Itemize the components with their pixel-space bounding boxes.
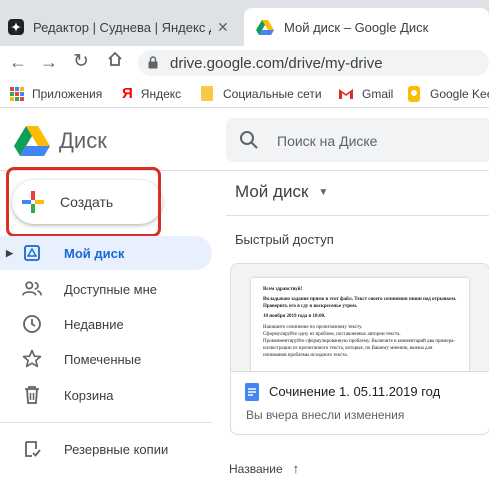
nav-divider <box>0 422 212 423</box>
bookmark-label: Приложения <box>32 86 103 101</box>
google-docs-icon <box>245 383 259 406</box>
tab-google-drive[interactable]: Мой диск – Google Диск <box>244 8 489 46</box>
search-icon[interactable] <box>239 130 259 155</box>
preview-line: Напишите сочинение по прочитанному текст… <box>263 325 363 330</box>
dzen-icon <box>8 19 24 35</box>
bookmark-yandex[interactable]: Я Яндекс <box>122 80 181 107</box>
app-name[interactable]: Диск <box>59 128 107 154</box>
bookmark-apps[interactable]: Приложения <box>10 80 102 107</box>
sort-by-name[interactable]: Название ↑ <box>229 461 299 476</box>
search-input[interactable]: Поиск на Диске <box>277 133 377 149</box>
gmail-icon <box>338 88 354 100</box>
sort-label: Название <box>229 461 283 476</box>
close-tab-icon[interactable]: ✕ <box>217 19 229 36</box>
breadcrumb-label: Мой диск <box>235 182 309 201</box>
expand-arrow-icon[interactable]: ▶ <box>6 248 13 259</box>
sort-up-arrow-icon: ↑ <box>292 461 300 476</box>
nav-trash[interactable]: Корзина <box>0 378 212 412</box>
nav-backups[interactable]: Резервные копии <box>0 432 212 466</box>
preview-deadline: 10 ноября 2019 года в 18:00. <box>263 314 326 319</box>
apps-grid-icon <box>10 86 24 101</box>
tab-title: Мой диск – Google Диск <box>284 19 429 35</box>
bookmark-gmail[interactable]: Gmail <box>338 80 393 107</box>
tab-dzen[interactable]: Редактор | Суднева | Яндекс Дзен ✕ <box>8 8 244 46</box>
nav-recent[interactable]: Недавние <box>0 307 212 341</box>
home-icon[interactable] <box>106 50 124 73</box>
back-arrow-icon[interactable]: ← <box>9 52 27 73</box>
tab-title: Редактор | Суднева | Яндекс Дзен <box>33 19 211 35</box>
file-card[interactable]: Всем здравствуй! Вкладываю задание прямо… <box>230 263 489 435</box>
nav-label: Мой диск <box>64 245 125 261</box>
highlight-frame <box>6 167 161 237</box>
bookmark-label: Социальные сети <box>223 86 322 101</box>
bookmark-keep[interactable]: Google Keep <box>408 80 489 107</box>
people-icon <box>22 279 42 299</box>
drive-logo-icon[interactable] <box>14 124 50 161</box>
breadcrumb[interactable]: Мой диск ▼ <box>235 182 328 202</box>
reload-icon[interactable]: ↻ <box>73 50 89 73</box>
my-drive-icon <box>22 243 42 263</box>
forward-arrow-icon[interactable]: → <box>40 52 58 73</box>
clock-icon <box>22 314 42 334</box>
google-drive-icon <box>256 19 274 35</box>
nav-starred[interactable]: Помеченные <box>0 342 212 376</box>
nav-label: Недавние <box>64 316 124 332</box>
dropdown-arrow-icon: ▼ <box>318 186 329 198</box>
nav-label: Резервные копии <box>64 441 169 457</box>
document-page: Всем здравствуй! Вкладываю задание прямо… <box>251 278 469 371</box>
lock-icon[interactable] <box>148 56 158 74</box>
quick-access-title: Быстрый доступ <box>235 232 334 247</box>
bookmark-label: Google Keep <box>430 86 489 101</box>
preview-intro: Вкладываю задание прямо в этот файл. Тек… <box>263 297 457 309</box>
address-url[interactable]: drive.google.com/drive/my-drive <box>170 55 383 72</box>
nav-label: Корзина <box>64 387 114 403</box>
star-icon <box>22 349 42 369</box>
bookmark-label: Яндекс <box>140 86 182 101</box>
folder-icon <box>201 86 213 101</box>
file-subtitle: Вы вчера внесли изменения <box>246 408 405 422</box>
yandex-icon: Я <box>122 85 133 102</box>
backup-icon <box>22 439 42 459</box>
file-name[interactable]: Сочинение 1. 05.11.2019 год <box>269 384 440 399</box>
preview-line: Прокомментируйте сформулированную пробле… <box>263 339 455 358</box>
file-preview: Всем здравствуй! Вкладываю задание прямо… <box>231 264 489 371</box>
nav-my-drive[interactable]: ▶ Мой диск <box>0 236 212 270</box>
keep-bulb-icon <box>408 85 420 102</box>
preview-greeting: Всем здравствуй! <box>263 287 303 292</box>
bookmark-label: Gmail <box>362 86 394 101</box>
nav-label: Помеченные <box>64 351 142 367</box>
nav-label: Доступные мне <box>64 281 158 297</box>
nav-shared-with-me[interactable]: Доступные мне <box>0 272 212 306</box>
card-divider <box>231 371 489 372</box>
bookmark-social[interactable]: Социальные сети <box>201 80 322 107</box>
preview-line: Сформулируйте одну из проблем, поставлен… <box>263 332 401 337</box>
main-divider <box>226 215 489 216</box>
trash-icon <box>22 385 42 405</box>
